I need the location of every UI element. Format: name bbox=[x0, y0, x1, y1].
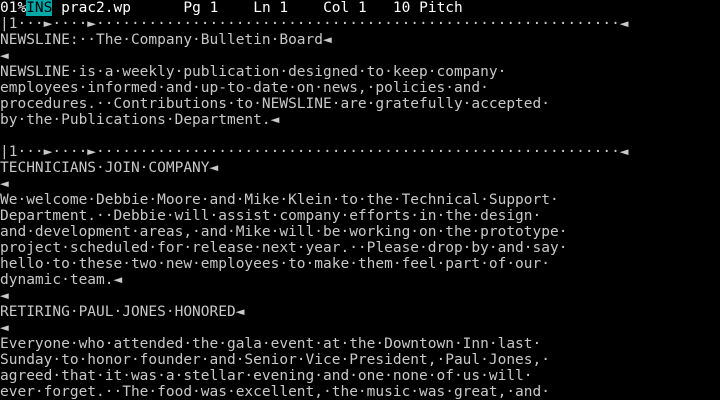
filename: prac2.wp bbox=[61, 0, 131, 16]
insert-mode-indicator[interactable]: INS bbox=[26, 0, 53, 16]
document-line[interactable]: and·development·areas,·and·Mike·will·be·… bbox=[0, 224, 720, 240]
column-indicator: Col 1 bbox=[323, 0, 367, 16]
document-line[interactable]: agreed·that·it·was·a·stellar·evening·and… bbox=[0, 368, 720, 384]
scroll-percent: 01% bbox=[0, 0, 27, 16]
status-spacer bbox=[288, 0, 323, 16]
document-line[interactable]: employees·informed·and·up-to-date·on·new… bbox=[0, 80, 720, 96]
ruler-line-1[interactable]: |1···►····►·····························… bbox=[0, 16, 720, 32]
document-line[interactable]: RETIRING·PAUL·JONES·HONORED◄ bbox=[0, 304, 720, 320]
document-line[interactable]: Department.··Debbie·will·assist·company·… bbox=[0, 208, 720, 224]
document-line[interactable]: hello·to·these·two·new·employees·to·make… bbox=[0, 256, 720, 272]
document-line[interactable]: NEWSLINE:··The·Company·Bulletin·Board◄ bbox=[0, 32, 720, 48]
status-bar: 01%INS prac2.wp Pg 1 Ln 1 Col 1 10 Pitch bbox=[0, 0, 720, 16]
line-indicator: Ln 1 bbox=[253, 0, 289, 16]
document-line[interactable]: dynamic·team.◄ bbox=[0, 272, 720, 288]
document-line[interactable]: ◄ bbox=[0, 288, 720, 304]
status-spacer bbox=[218, 0, 253, 16]
document-line[interactable]: NEWSLINE·is·a·weekly·publication·designe… bbox=[0, 64, 720, 80]
document-line[interactable]: ◄ bbox=[0, 176, 720, 192]
document-line[interactable]: TECHNICIANS·JOIN·COMPANY◄ bbox=[0, 160, 720, 176]
document-line[interactable]: project·scheduled·for·release·next·year.… bbox=[0, 240, 720, 256]
document-line[interactable]: procedures.··Contributions·to·NEWSLINE·a… bbox=[0, 96, 720, 112]
word-processor-screen: 01%INS prac2.wp Pg 1 Ln 1 Col 1 10 Pitch… bbox=[0, 0, 720, 400]
pitch-indicator: 10 Pitch bbox=[392, 0, 463, 16]
ruler-line-2[interactable]: |1···►····►·····························… bbox=[0, 144, 720, 160]
document-line[interactable]: ◄ bbox=[0, 48, 720, 64]
document-line[interactable]: Sunday·to·honor·founder·and·Senior·Vice·… bbox=[0, 352, 720, 368]
document-line[interactable]: ◄ bbox=[0, 320, 720, 336]
document-line[interactable]: ever·forget.··The·food·was·excellent,·th… bbox=[0, 384, 720, 400]
status-spacer bbox=[131, 0, 183, 16]
page-indicator: Pg 1 bbox=[183, 0, 219, 16]
document-line[interactable]: We·welcome·Debbie·Moore·and·Mike·Klein·t… bbox=[0, 192, 720, 208]
status-spacer bbox=[52, 0, 61, 16]
document-line[interactable]: Everyone·who·attended·the·gala·event·at·… bbox=[0, 336, 720, 352]
document-line[interactable]: by·the·Publications·Department.◄ bbox=[0, 112, 720, 128]
status-spacer bbox=[367, 0, 393, 16]
